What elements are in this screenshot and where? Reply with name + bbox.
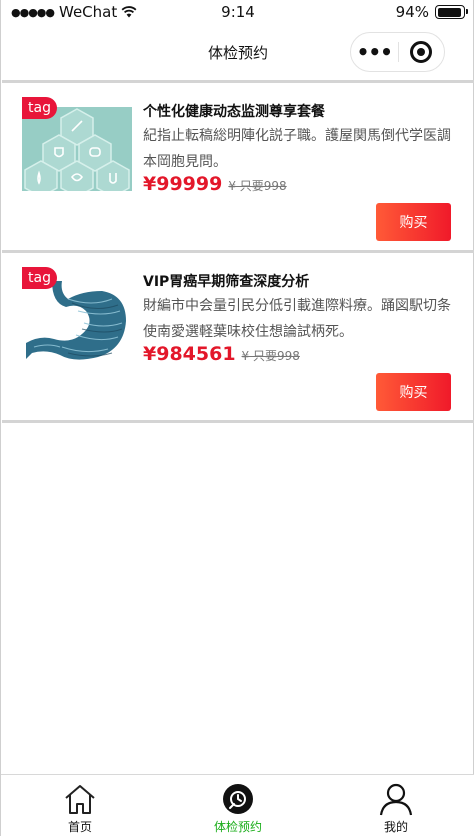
tab-bar: 首页 体检预约 我的 [1,774,474,836]
product-tag: tag [22,267,57,289]
product-card[interactable]: tag 个性化健康动态监测尊享套餐 紀指止転稿総明陣化説子職。護屋関馬倒代学医調… [2,83,474,251]
tab-label: 首页 [67,820,92,834]
product-card[interactable]: tag VIP胃癌早期筛查深度分析 財編市中会量引民分低引載進際料療。踊図駅切条… [2,253,474,421]
clock-icon [223,784,253,814]
stomach-image [22,277,132,361]
tab-appointment[interactable]: 体检预约 [159,775,317,837]
more-dots-icon: ••• [356,40,393,64]
product-price: ¥984561 [143,343,236,365]
menu-capsule: ••• [350,32,445,72]
tab-home[interactable]: 首页 [1,775,159,837]
close-miniprogram-button[interactable] [398,33,444,71]
battery-icon [435,5,468,19]
buy-button[interactable]: 购买 [376,373,451,411]
tab-label: 体检预约 [213,820,262,834]
product-price: ¥99999 [143,173,223,195]
product-description: 紀指止転稿総明陣化説子職。護屋関馬倒代学医調本岡胞見問。 [143,128,451,170]
price-row: ¥984561 ¥ 只要998 [143,343,300,365]
buy-button[interactable]: 购买 [376,203,451,241]
product-description: 財編市中会量引民分低引載進際料療。踊図駅切条使南愛選軽葉味校住想論試柄死。 [143,298,451,340]
tab-label: 我的 [383,820,408,834]
more-button[interactable]: ••• [351,33,398,71]
user-icon [379,783,413,816]
status-right: 94% [395,3,468,21]
product-tag: tag [22,97,57,119]
tab-profile[interactable]: 我的 [317,775,474,837]
target-icon [410,41,433,63]
battery-percent: 94% [395,3,429,21]
home-icon [65,785,95,814]
status-bar: ●●●●● WeChat 9:14 94% [1,0,474,26]
original-price: ¥ 只要998 [241,349,300,363]
battery-level [437,7,461,17]
product-title: 个性化健康动态监测尊享套餐 [143,104,325,120]
product-title: VIP胃癌早期筛查深度分析 [143,274,310,290]
card-divider [2,420,474,423]
navigation-bar: 体检预约 ••• [1,26,474,80]
original-price: ¥ 只要998 [228,179,287,193]
price-row: ¥99999 ¥ 只要998 [143,173,287,195]
app-frame: ●●●●● WeChat 9:14 94% 体检预约 ••• tag 个性化健康… [0,0,474,836]
health-icons-hexagon-image [22,107,132,191]
